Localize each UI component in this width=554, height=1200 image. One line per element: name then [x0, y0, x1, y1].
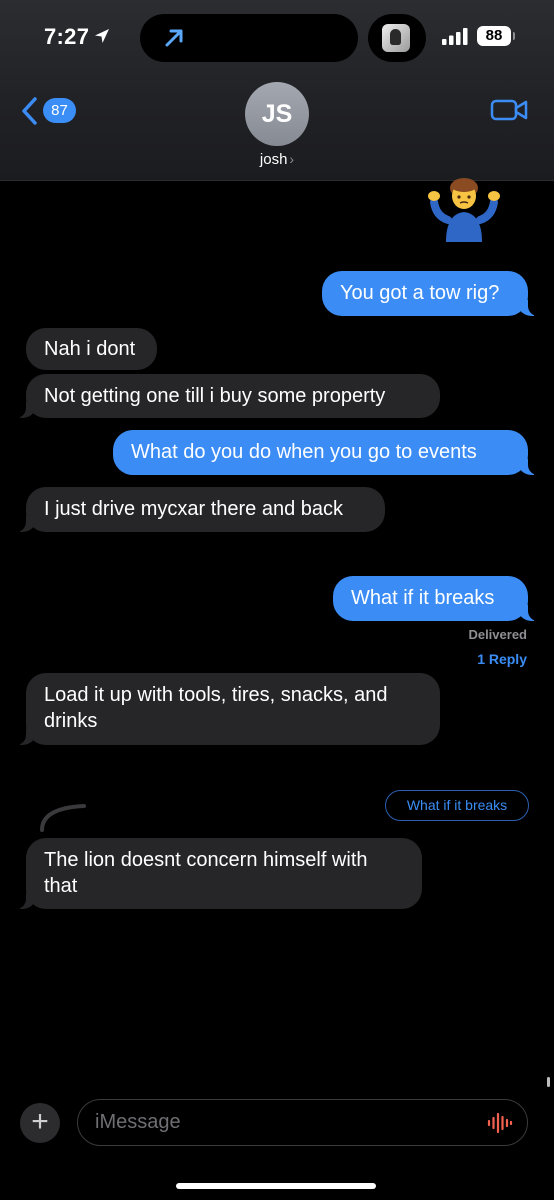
chevron-right-icon: ›: [289, 151, 295, 167]
dynamic-island[interactable]: [140, 14, 358, 62]
message-text: Nah i dont: [44, 338, 136, 360]
back-unread-badge[interactable]: 87: [43, 98, 76, 123]
message-bubble-incoming[interactable]: Load it up with tools, tires, snacks, an…: [16, 673, 440, 745]
contact-name: josh: [259, 151, 288, 168]
message-text: The lion doesnt concern himself with tha…: [44, 849, 368, 897]
thread-reply-quote[interactable]: What if it breaks: [385, 790, 529, 821]
contact-avatar[interactable]: JS: [245, 82, 309, 146]
person-shrugging-emoji[interactable]: [428, 176, 500, 242]
plus-button[interactable]: +: [20, 1103, 60, 1143]
message-bubble-incoming[interactable]: Not getting one till i buy some property: [16, 374, 440, 418]
thread-connector-line: [40, 804, 86, 832]
reply-count-link[interactable]: 1 Reply: [477, 651, 527, 667]
message-text: Load it up with tools, tires, snacks, an…: [44, 684, 388, 732]
cellular-signal-icon: [442, 28, 468, 45]
contact-name-button[interactable]: josh ›: [0, 151, 554, 168]
message-bubble-incoming[interactable]: I just drive mycxar there and back: [16, 487, 385, 532]
message-bubble-outgoing[interactable]: You got a tow rig?: [322, 271, 538, 316]
message-bubble-incoming[interactable]: The lion doesnt concern himself with tha…: [16, 838, 422, 909]
message-text: What do you do when you go to events: [131, 441, 477, 463]
message-text: I just drive mycxar there and back: [44, 498, 344, 520]
scroll-indicator[interactable]: [547, 1077, 550, 1087]
delivery-status: Delivered: [468, 627, 527, 642]
message-bubble-outgoing[interactable]: What if it breaks: [333, 576, 538, 621]
dynamic-island-activity[interactable]: [368, 14, 426, 62]
message-text: What if it breaks: [351, 587, 495, 609]
message-input[interactable]: iMessage: [77, 1099, 528, 1146]
battery-indicator: 88: [477, 26, 515, 46]
waveform-icon[interactable]: [487, 1112, 513, 1134]
navigation-arrow-icon: [165, 29, 183, 47]
message-bubble-outgoing[interactable]: What do you do when you go to events: [113, 430, 538, 475]
home-indicator[interactable]: [176, 1183, 376, 1189]
location-arrow-icon: [95, 29, 109, 43]
status-time: 7:27: [44, 24, 90, 49]
chevron-left-icon[interactable]: [20, 96, 38, 126]
message-bubble-incoming[interactable]: Nah i dont: [26, 328, 157, 370]
plus-icon: +: [31, 1105, 49, 1138]
activity-thumbnail: [382, 24, 410, 52]
message-text: You got a tow rig?: [340, 282, 500, 304]
message-input-placeholder: iMessage: [95, 1111, 181, 1133]
video-camera-icon[interactable]: [490, 97, 528, 123]
message-text: Not getting one till i buy some property: [44, 385, 386, 407]
